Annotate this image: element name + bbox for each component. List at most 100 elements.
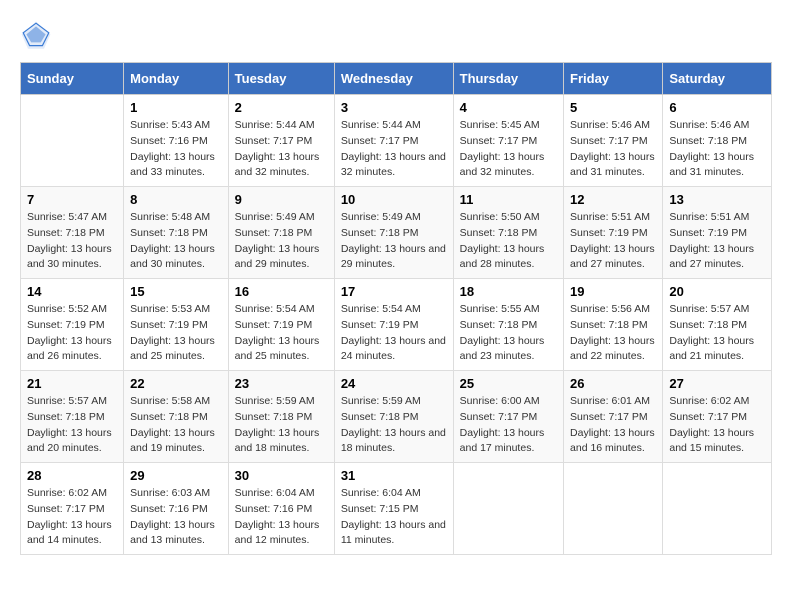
day-number: 16 (235, 284, 328, 299)
day-cell: 18 Sunrise: 5:55 AMSunset: 7:18 PMDayligh… (453, 279, 563, 371)
day-number: 15 (130, 284, 222, 299)
day-cell: 6 Sunrise: 5:46 AMSunset: 7:18 PMDaylight… (663, 95, 772, 187)
day-cell: 26 Sunrise: 6:01 AMSunset: 7:17 PMDayligh… (564, 371, 663, 463)
day-cell: 17Sunrise: 5:54 AMSunset: 7:19 PMDayligh… (334, 279, 453, 371)
day-cell: 7Sunrise: 5:47 AMSunset: 7:18 PMDaylight… (21, 187, 124, 279)
day-number: 30 (235, 468, 328, 483)
calendar-header: SundayMondayTuesdayWednesdayThursdayFrid… (21, 63, 772, 95)
day-cell: 13Sunrise: 5:51 AMSunset: 7:19 PMDayligh… (663, 187, 772, 279)
day-info: Sunrise: 6:04 AMSunset: 7:16 PMDaylight:… (235, 486, 328, 549)
day-number: 10 (341, 192, 447, 207)
week-row-4: 21 Sunrise: 5:57 AMSunset: 7:18 PMDayligh… (21, 371, 772, 463)
day-number: 2 (235, 100, 328, 115)
day-info: Sunrise: 5:44 AMSunset: 7:17 PMDaylight:… (235, 118, 328, 181)
day-cell (453, 463, 563, 555)
calendar-body: 1 Sunrise: 5:43 AMSunset: 7:16 PMDaylight… (21, 95, 772, 555)
day-info: Sunrise: 5:59 AMSunset: 7:18 PMDaylight:… (341, 394, 447, 457)
day-info: Sunrise: 5:55 AMSunset: 7:18 PMDaylight:… (460, 302, 557, 365)
day-info: Sunrise: 5:49 AMSunset: 7:18 PMDaylight:… (341, 210, 447, 273)
day-cell: 30 Sunrise: 6:04 AMSunset: 7:16 PMDayligh… (228, 463, 334, 555)
day-cell: 28 Sunrise: 6:02 AMSunset: 7:17 PMDayligh… (21, 463, 124, 555)
day-number: 12 (570, 192, 656, 207)
day-info: Sunrise: 5:54 AMSunset: 7:19 PMDaylight:… (235, 302, 328, 365)
day-info: Sunrise: 6:02 AMSunset: 7:17 PMDaylight:… (669, 394, 765, 457)
week-row-2: 7Sunrise: 5:47 AMSunset: 7:18 PMDaylight… (21, 187, 772, 279)
day-cell: 10 Sunrise: 5:49 AMSunset: 7:18 PMDayligh… (334, 187, 453, 279)
day-info: Sunrise: 5:59 AMSunset: 7:18 PMDaylight:… (235, 394, 328, 457)
day-cell: 5Sunrise: 5:46 AMSunset: 7:17 PMDaylight… (564, 95, 663, 187)
day-number: 22 (130, 376, 222, 391)
day-number: 18 (460, 284, 557, 299)
day-info: Sunrise: 5:48 AMSunset: 7:18 PMDaylight:… (130, 210, 222, 273)
day-cell: 19Sunrise: 5:56 AMSunset: 7:18 PMDayligh… (564, 279, 663, 371)
day-number: 11 (460, 192, 557, 207)
calendar-table: SundayMondayTuesdayWednesdayThursdayFrid… (20, 62, 772, 555)
day-number: 26 (570, 376, 656, 391)
week-row-3: 14Sunrise: 5:52 AMSunset: 7:19 PMDayligh… (21, 279, 772, 371)
day-cell: 24 Sunrise: 5:59 AMSunset: 7:18 PMDayligh… (334, 371, 453, 463)
day-cell: 29 Sunrise: 6:03 AMSunset: 7:16 PMDayligh… (124, 463, 229, 555)
day-cell: 25Sunrise: 6:00 AMSunset: 7:17 PMDayligh… (453, 371, 563, 463)
logo-icon (20, 20, 52, 52)
day-info: Sunrise: 5:43 AMSunset: 7:16 PMDaylight:… (130, 118, 222, 181)
day-cell (564, 463, 663, 555)
day-info: Sunrise: 6:01 AMSunset: 7:17 PMDaylight:… (570, 394, 656, 457)
day-number: 31 (341, 468, 447, 483)
logo (20, 20, 56, 52)
day-number: 28 (27, 468, 117, 483)
day-cell: 23 Sunrise: 5:59 AMSunset: 7:18 PMDayligh… (228, 371, 334, 463)
day-number: 20 (669, 284, 765, 299)
day-number: 19 (570, 284, 656, 299)
header-cell-tuesday: Tuesday (228, 63, 334, 95)
day-cell: 9Sunrise: 5:49 AMSunset: 7:18 PMDaylight… (228, 187, 334, 279)
day-number: 23 (235, 376, 328, 391)
day-info: Sunrise: 5:44 AMSunset: 7:17 PMDaylight:… (341, 118, 447, 181)
day-info: Sunrise: 5:57 AMSunset: 7:18 PMDaylight:… (669, 302, 765, 365)
day-cell: 31 Sunrise: 6:04 AMSunset: 7:15 PMDayligh… (334, 463, 453, 555)
day-cell: 16 Sunrise: 5:54 AMSunset: 7:19 PMDayligh… (228, 279, 334, 371)
day-info: Sunrise: 6:04 AMSunset: 7:15 PMDaylight:… (341, 486, 447, 549)
day-cell: 11Sunrise: 5:50 AMSunset: 7:18 PMDayligh… (453, 187, 563, 279)
day-number: 24 (341, 376, 447, 391)
day-info: Sunrise: 5:51 AMSunset: 7:19 PMDaylight:… (570, 210, 656, 273)
day-number: 21 (27, 376, 117, 391)
day-number: 27 (669, 376, 765, 391)
day-cell: 2 Sunrise: 5:44 AMSunset: 7:17 PMDaylight… (228, 95, 334, 187)
day-cell: 8Sunrise: 5:48 AMSunset: 7:18 PMDaylight… (124, 187, 229, 279)
day-cell: 27 Sunrise: 6:02 AMSunset: 7:17 PMDayligh… (663, 371, 772, 463)
week-row-5: 28 Sunrise: 6:02 AMSunset: 7:17 PMDayligh… (21, 463, 772, 555)
day-cell: 22 Sunrise: 5:58 AMSunset: 7:18 PMDayligh… (124, 371, 229, 463)
day-cell: 21 Sunrise: 5:57 AMSunset: 7:18 PMDayligh… (21, 371, 124, 463)
day-cell: 3 Sunrise: 5:44 AMSunset: 7:17 PMDaylight… (334, 95, 453, 187)
day-info: Sunrise: 5:58 AMSunset: 7:18 PMDaylight:… (130, 394, 222, 457)
day-number: 29 (130, 468, 222, 483)
day-info: Sunrise: 5:57 AMSunset: 7:18 PMDaylight:… (27, 394, 117, 457)
day-cell: 15 Sunrise: 5:53 AMSunset: 7:19 PMDayligh… (124, 279, 229, 371)
day-info: Sunrise: 5:49 AMSunset: 7:18 PMDaylight:… (235, 210, 328, 273)
day-number: 17 (341, 284, 447, 299)
day-number: 4 (460, 100, 557, 115)
day-info: Sunrise: 5:46 AMSunset: 7:18 PMDaylight:… (669, 118, 765, 181)
day-cell (663, 463, 772, 555)
day-number: 6 (669, 100, 765, 115)
day-info: Sunrise: 5:46 AMSunset: 7:17 PMDaylight:… (570, 118, 656, 181)
day-info: Sunrise: 6:03 AMSunset: 7:16 PMDaylight:… (130, 486, 222, 549)
header-cell-sunday: Sunday (21, 63, 124, 95)
day-info: Sunrise: 6:02 AMSunset: 7:17 PMDaylight:… (27, 486, 117, 549)
header (20, 20, 772, 52)
day-cell (21, 95, 124, 187)
header-row: SundayMondayTuesdayWednesdayThursdayFrid… (21, 63, 772, 95)
day-number: 25 (460, 376, 557, 391)
day-number: 3 (341, 100, 447, 115)
day-number: 1 (130, 100, 222, 115)
week-row-1: 1 Sunrise: 5:43 AMSunset: 7:16 PMDaylight… (21, 95, 772, 187)
day-cell: 1 Sunrise: 5:43 AMSunset: 7:16 PMDaylight… (124, 95, 229, 187)
day-info: Sunrise: 5:52 AMSunset: 7:19 PMDaylight:… (27, 302, 117, 365)
header-cell-friday: Friday (564, 63, 663, 95)
day-cell: 14Sunrise: 5:52 AMSunset: 7:19 PMDayligh… (21, 279, 124, 371)
day-cell: 12 Sunrise: 5:51 AMSunset: 7:19 PMDayligh… (564, 187, 663, 279)
header-cell-saturday: Saturday (663, 63, 772, 95)
day-info: Sunrise: 5:45 AMSunset: 7:17 PMDaylight:… (460, 118, 557, 181)
header-cell-wednesday: Wednesday (334, 63, 453, 95)
day-info: Sunrise: 5:53 AMSunset: 7:19 PMDaylight:… (130, 302, 222, 365)
